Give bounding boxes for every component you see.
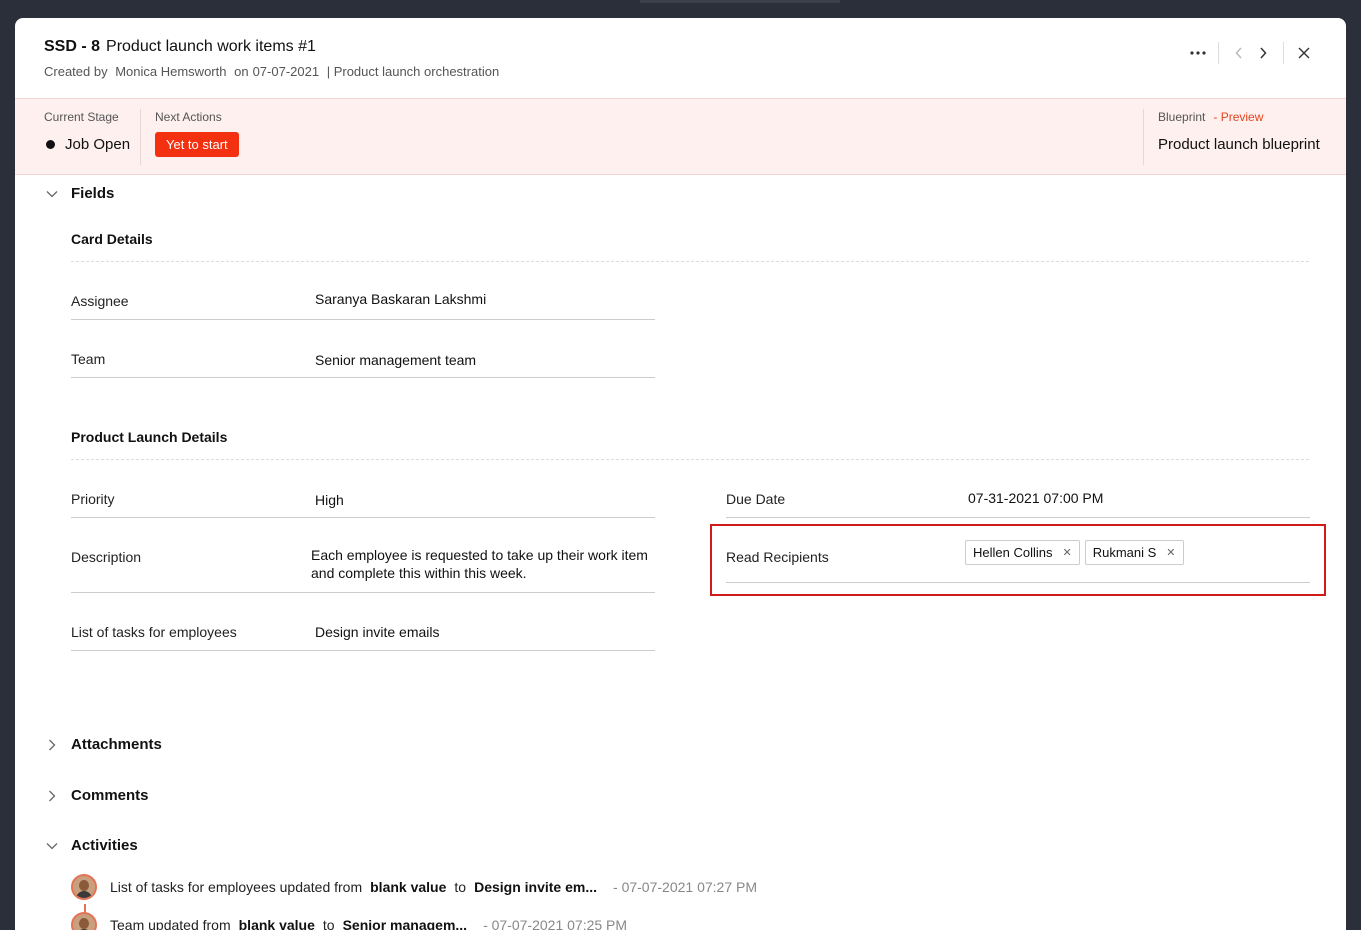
stage-band: Current Stage Job Open Next Actions Yet …: [15, 98, 1346, 175]
product-launch-title: Product Launch Details: [71, 429, 228, 445]
chevron-right-icon: [45, 738, 59, 752]
activity-item: Team updated from blank value to Senior …: [71, 912, 627, 930]
priority-value[interactable]: High: [315, 492, 344, 508]
avatar: [71, 912, 97, 930]
priority-field: Priority High: [71, 478, 655, 518]
tasks-label: List of tasks for employees: [71, 624, 237, 640]
due-date-field: Due Date 07-31-2021 07:00 PM: [726, 478, 1310, 518]
item-meta: Created by Monica Hemsworth on 07-07-2021…: [44, 64, 503, 79]
activity-text: Team updated from: [110, 917, 231, 930]
tasks-value[interactable]: Design invite emails: [315, 624, 440, 640]
activity-to: Senior managem...: [342, 917, 468, 930]
creator-name[interactable]: Monica Hemsworth: [115, 64, 226, 79]
activity-text: List of tasks for employees updated from: [110, 879, 363, 895]
blueprint-label: Blueprint: [1158, 110, 1206, 124]
item-title: Product launch work items #1: [106, 38, 316, 55]
blueprint-value: Product launch blueprint: [1158, 136, 1320, 153]
assignee-field: Assignee Saranya Baskaran Lakshmi: [71, 280, 655, 320]
team-field: Team Senior management team: [71, 338, 655, 378]
work-item-modal: SSD - 8 Product launch work items #1 Crea…: [15, 18, 1346, 930]
chevron-down-icon: [45, 187, 59, 201]
assignee-label: Assignee: [71, 293, 129, 309]
toolbar-divider: [1283, 42, 1284, 64]
current-stage: Current Stage Job Open: [44, 110, 130, 153]
current-stage-label: Current Stage: [44, 110, 119, 124]
priority-label: Priority: [71, 491, 115, 507]
yet-to-start-button[interactable]: Yet to start: [155, 132, 239, 157]
assignee-value[interactable]: Saranya Baskaran Lakshmi: [315, 291, 486, 307]
comments-section-title: Comments: [71, 787, 149, 804]
activities-section-title: Activities: [71, 837, 138, 854]
team-label: Team: [71, 351, 106, 367]
current-stage-text: Job Open: [65, 136, 131, 153]
avatar: [71, 874, 97, 900]
window-notch: [640, 0, 840, 3]
activity-item: List of tasks for employees updated from…: [71, 874, 757, 900]
next-icon[interactable]: [1251, 42, 1275, 64]
on-prefix: on: [234, 64, 249, 79]
prev-icon[interactable]: [1227, 42, 1251, 64]
recipient-name: Rukmani S: [1092, 545, 1157, 560]
divider: [71, 459, 1309, 460]
recipient-name: Hellen Collins: [973, 545, 1053, 560]
current-stage-value: Job Open: [44, 136, 130, 153]
fields-section-toggle[interactable]: Fields: [45, 185, 114, 202]
band-divider: [1143, 109, 1144, 165]
comments-section-toggle[interactable]: Comments: [45, 787, 149, 804]
activity-to: Design invite em...: [474, 879, 598, 895]
page-title: SSD - 8 Product launch work items #1: [44, 38, 316, 56]
activity-from: blank value: [238, 917, 315, 930]
card-details-title: Card Details: [71, 231, 153, 247]
next-actions: Next Actions Yet to start: [155, 110, 239, 157]
read-recipients-field: Read Recipients Hellen Collins ✕ Rukmani …: [726, 536, 1310, 583]
chevron-down-icon: [45, 839, 59, 853]
blueprint-preview-link[interactable]: - Preview: [1213, 110, 1263, 124]
created-date: 07-07-2021: [252, 64, 320, 79]
modal-header: SSD - 8 Product launch work items #1 Crea…: [15, 18, 1346, 98]
activity-time: - 07-07-2021 07:27 PM: [613, 879, 757, 895]
team-value[interactable]: Senior management team: [315, 352, 476, 368]
description-value[interactable]: Each employee is requested to take up th…: [311, 546, 651, 582]
divider: [71, 261, 1309, 262]
close-icon[interactable]: [1292, 42, 1316, 64]
recipient-chips: Hellen Collins ✕ Rukmani S ✕: [965, 540, 1184, 565]
activity-time: - 07-07-2021 07:25 PM: [483, 917, 628, 930]
fields-section-title: Fields: [71, 185, 115, 202]
tasks-field: List of tasks for employees Design invit…: [71, 611, 655, 651]
item-id: SSD - 8: [44, 38, 101, 55]
header-toolbar: [1186, 42, 1316, 64]
stage-dot-icon: [46, 140, 55, 149]
recipient-chip[interactable]: Rukmani S ✕: [1084, 540, 1184, 565]
activity-to-word: to: [454, 879, 467, 895]
next-actions-label: Next Actions: [155, 110, 222, 124]
blueprint-label-row: Blueprint - Preview: [1158, 110, 1320, 124]
orchestration-link[interactable]: | Product launch orchestration: [327, 64, 499, 79]
due-date-value[interactable]: 07-31-2021 07:00 PM: [968, 490, 1103, 506]
description-field: Description Each employee is requested t…: [71, 536, 655, 593]
blueprint: Blueprint - Preview Product launch bluepr…: [1158, 110, 1320, 153]
toolbar-divider: [1218, 42, 1219, 64]
activity-from: blank value: [370, 879, 447, 895]
description-label: Description: [71, 549, 142, 565]
due-date-label: Due Date: [726, 491, 786, 507]
read-recipients-label: Read Recipients: [726, 549, 829, 565]
remove-chip-icon[interactable]: ✕: [1062, 546, 1071, 559]
attachments-section-title: Attachments: [71, 736, 162, 753]
band-divider: [140, 109, 141, 165]
created-by-prefix: Created by: [44, 64, 108, 79]
more-icon[interactable]: [1186, 42, 1210, 64]
activity-to-word: to: [322, 917, 335, 930]
recipient-chip[interactable]: Hellen Collins ✕: [965, 540, 1080, 565]
activities-section-toggle[interactable]: Activities: [45, 837, 138, 854]
remove-chip-icon[interactable]: ✕: [1166, 546, 1175, 559]
chevron-right-icon: [45, 789, 59, 803]
attachments-section-toggle[interactable]: Attachments: [45, 736, 162, 753]
